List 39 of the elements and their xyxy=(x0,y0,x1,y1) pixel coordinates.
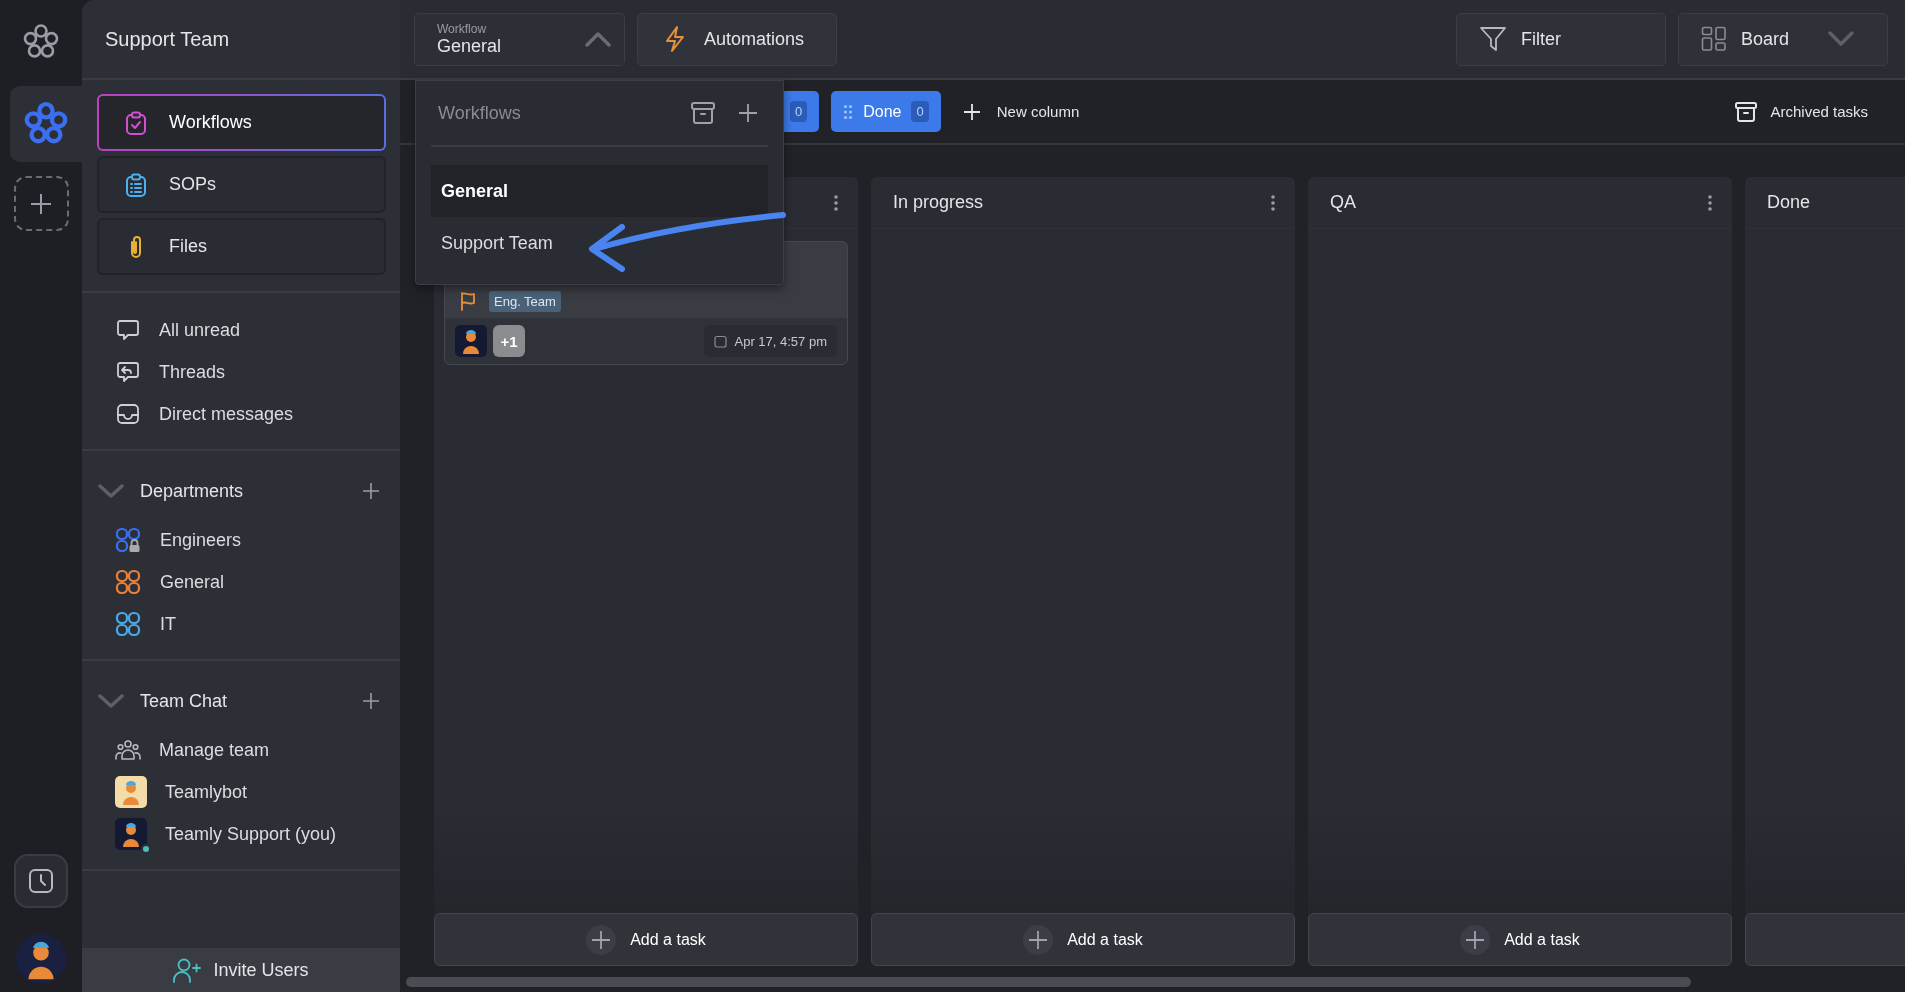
column-chip[interactable]: Done 0 xyxy=(831,91,941,132)
chip-label: Done xyxy=(863,102,902,121)
filter-button[interactable]: Filter xyxy=(1456,12,1666,66)
automations-button[interactable]: Automations xyxy=(637,12,838,66)
sidebar-item[interactable]: Teamlybot xyxy=(82,771,400,813)
new-column-button[interactable]: New column xyxy=(962,102,1080,121)
sidebar-item[interactable]: General xyxy=(82,561,400,603)
column-title: In progress xyxy=(893,192,984,213)
sidebar-item[interactable]: Direct messages xyxy=(82,393,400,435)
add-task-button[interactable]: Add a task xyxy=(434,913,858,966)
sidebar-item[interactable]: Threads xyxy=(82,351,400,393)
count-badge: 0 xyxy=(790,101,808,122)
nav-item[interactable]: SOPs xyxy=(97,156,386,213)
section-title: Team Chat xyxy=(140,690,229,712)
sidebar-item[interactable]: Engineers xyxy=(82,519,400,561)
menu-title: Workflows xyxy=(438,102,521,124)
tag: Eng. Team xyxy=(489,290,561,312)
view-select[interactable]: Board xyxy=(1678,12,1888,66)
nav-item[interactable]: Workflows xyxy=(97,94,386,151)
workflow-select[interactable]: Workflow General xyxy=(414,12,625,66)
date-text: Apr 17, 4:57 pm xyxy=(734,333,827,349)
column-title: Done xyxy=(1767,192,1811,213)
sidebar-item[interactable]: All unread xyxy=(82,309,400,351)
sidebar-item[interactable]: IT xyxy=(82,603,400,645)
archived-tasks-button[interactable]: Archived tasks xyxy=(1734,100,1868,123)
add-task-button[interactable]: Add a task xyxy=(1308,913,1732,966)
assignee-count: +1 xyxy=(493,325,525,357)
select-label: Workflow xyxy=(437,21,488,36)
menu-item[interactable]: General xyxy=(431,165,768,217)
sidebar-item[interactable]: Manage team xyxy=(82,729,400,771)
section-title: Departments xyxy=(140,480,245,502)
team-name: Support Team xyxy=(105,27,230,51)
column-title: QA xyxy=(1330,192,1356,213)
sidebar-item[interactable]: Teamly Support (you) xyxy=(82,813,400,855)
count-badge: 0 xyxy=(911,101,929,122)
add-task-button[interactable]: Add a task xyxy=(871,913,1295,966)
nav-item[interactable]: Files xyxy=(97,218,386,275)
invite-users-button[interactable]: Invite Users xyxy=(82,948,400,992)
select-value: General xyxy=(437,35,503,57)
